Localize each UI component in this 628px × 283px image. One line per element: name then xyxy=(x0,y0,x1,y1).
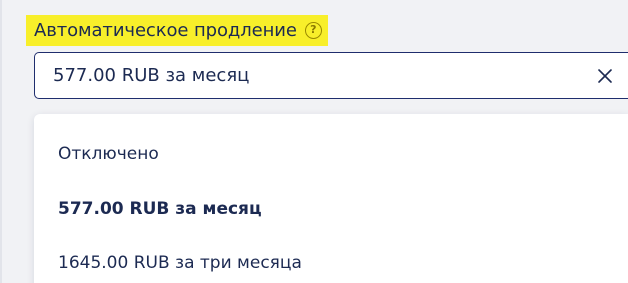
option-three-months[interactable]: 1645.00 RUB за три месяца xyxy=(58,253,302,273)
help-question-icon[interactable]: ? xyxy=(304,22,322,39)
auto-renewal-label: Автоматическое продление xyxy=(34,20,297,41)
renewal-options-dropdown: Отключено 577.00 RUB за месяц 1645.00 RU… xyxy=(34,114,628,283)
option-disabled[interactable]: Отключено xyxy=(58,144,159,164)
select-current-value: 577.00 RUB за месяц xyxy=(53,65,250,86)
auto-renewal-select[interactable]: 577.00 RUB за месяц xyxy=(34,52,628,99)
auto-renewal-label-row: Автоматическое продление ? xyxy=(26,15,328,46)
page-edge-divider xyxy=(0,0,2,283)
close-icon[interactable] xyxy=(594,65,616,87)
option-monthly[interactable]: 577.00 RUB за месяц xyxy=(58,199,262,219)
